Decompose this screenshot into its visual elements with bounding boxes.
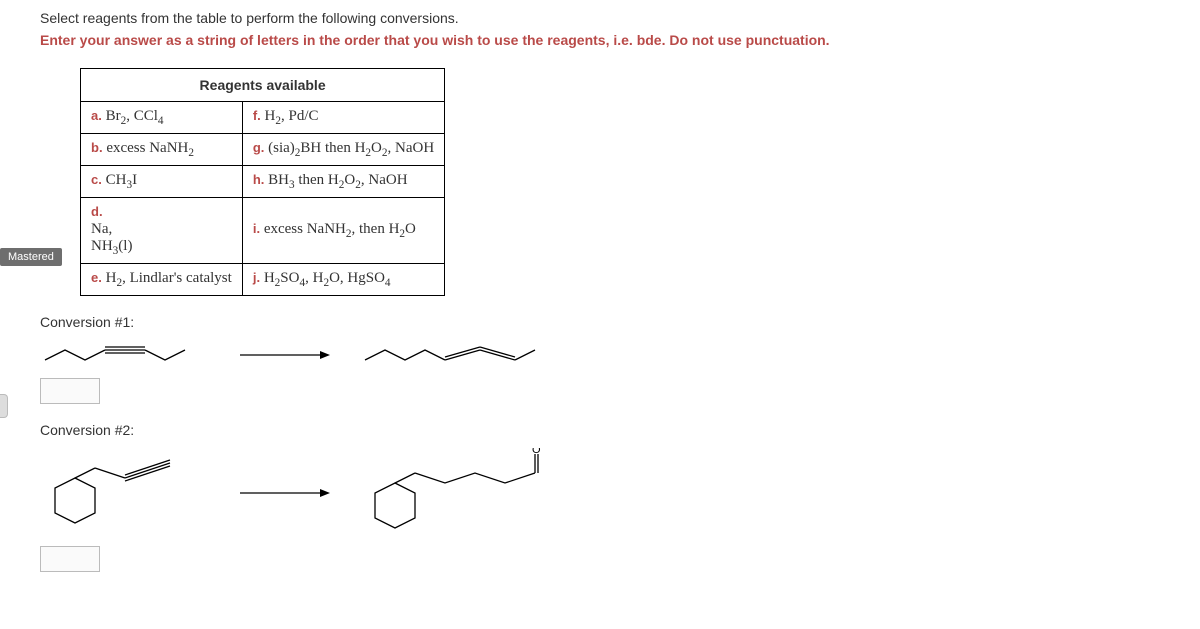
conversion-1-reactant — [40, 340, 210, 370]
conversion-1-product — [360, 340, 560, 370]
conversion-2: Conversion #2: O — [40, 422, 1200, 572]
instruction-line-2: Enter your answer as a string of letters… — [40, 32, 1200, 48]
reaction-arrow-icon — [240, 483, 330, 503]
conversion-2-answer-input[interactable] — [40, 546, 100, 572]
table-row: d.Na,NH3(l) i. excess NaNH2, then H2O — [81, 198, 445, 264]
side-tab-stub[interactable] — [0, 394, 8, 418]
conversion-2-reactant — [40, 453, 210, 533]
mastered-badge: Mastered — [0, 248, 62, 266]
table-row: a. Br2, CCl4 f. H2, Pd/C — [81, 102, 445, 134]
instructions-block: Select reagents from the table to perfor… — [40, 10, 1200, 48]
reagents-table: Reagents available a. Br2, CCl4 f. H2, P… — [80, 68, 445, 296]
table-header: Reagents available — [81, 69, 445, 102]
svg-text:O: O — [532, 448, 541, 456]
table-row: b. excess NaNH2 g. (sia)2BH then H2O2, N… — [81, 134, 445, 166]
conversion-1: Conversion #1: — [40, 314, 1200, 404]
instruction-line-1: Select reagents from the table to perfor… — [40, 10, 1200, 26]
conversion-1-answer-input[interactable] — [40, 378, 100, 404]
reaction-arrow-icon — [240, 345, 330, 365]
conversion-2-label: Conversion #2: — [40, 422, 1200, 438]
conversion-2-product: O — [360, 448, 580, 538]
table-row: e. H2, Lindlar's catalyst j. H2SO4, H2O,… — [81, 264, 445, 296]
conversion-1-label: Conversion #1: — [40, 314, 1200, 330]
table-row: c. CH3I h. BH3 then H2O2, NaOH — [81, 166, 445, 198]
